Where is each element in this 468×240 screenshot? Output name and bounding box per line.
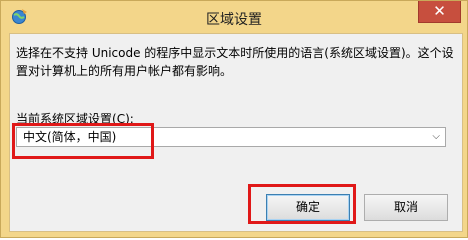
dialog-title: 区域设置 [206,12,262,28]
title-bar: 区域设置 ✕ [1,1,467,33]
ok-button[interactable]: 确定 [266,194,350,221]
locale-label-hotkey: C [116,112,126,126]
locale-label-suffix: ): [125,112,134,126]
region-settings-dialog: 区域设置 ✕ 选择在不支持 Unicode 的程序中显示文本时所使用的语言(系统… [0,0,468,238]
dialog-body: 选择在不支持 Unicode 的程序中显示文本时所使用的语言(系统区域设置)。这… [9,33,463,232]
close-button[interactable]: ✕ [418,1,461,23]
locale-label-prefix: 当前系统区域设置( [16,112,117,126]
description-text: 选择在不支持 Unicode 的程序中显示文本时所使用的语言(系统区域设置)。这… [16,46,454,78]
cancel-button[interactable]: 取消 [364,194,448,221]
locale-selected-value: 中文(简体，中国) [23,130,117,144]
locale-dropdown[interactable]: 中文(简体，中国) ⌵ [16,127,446,147]
locale-label: 当前系统区域设置(C): [16,110,134,127]
chevron-down-icon[interactable]: ⌵ [432,128,440,146]
